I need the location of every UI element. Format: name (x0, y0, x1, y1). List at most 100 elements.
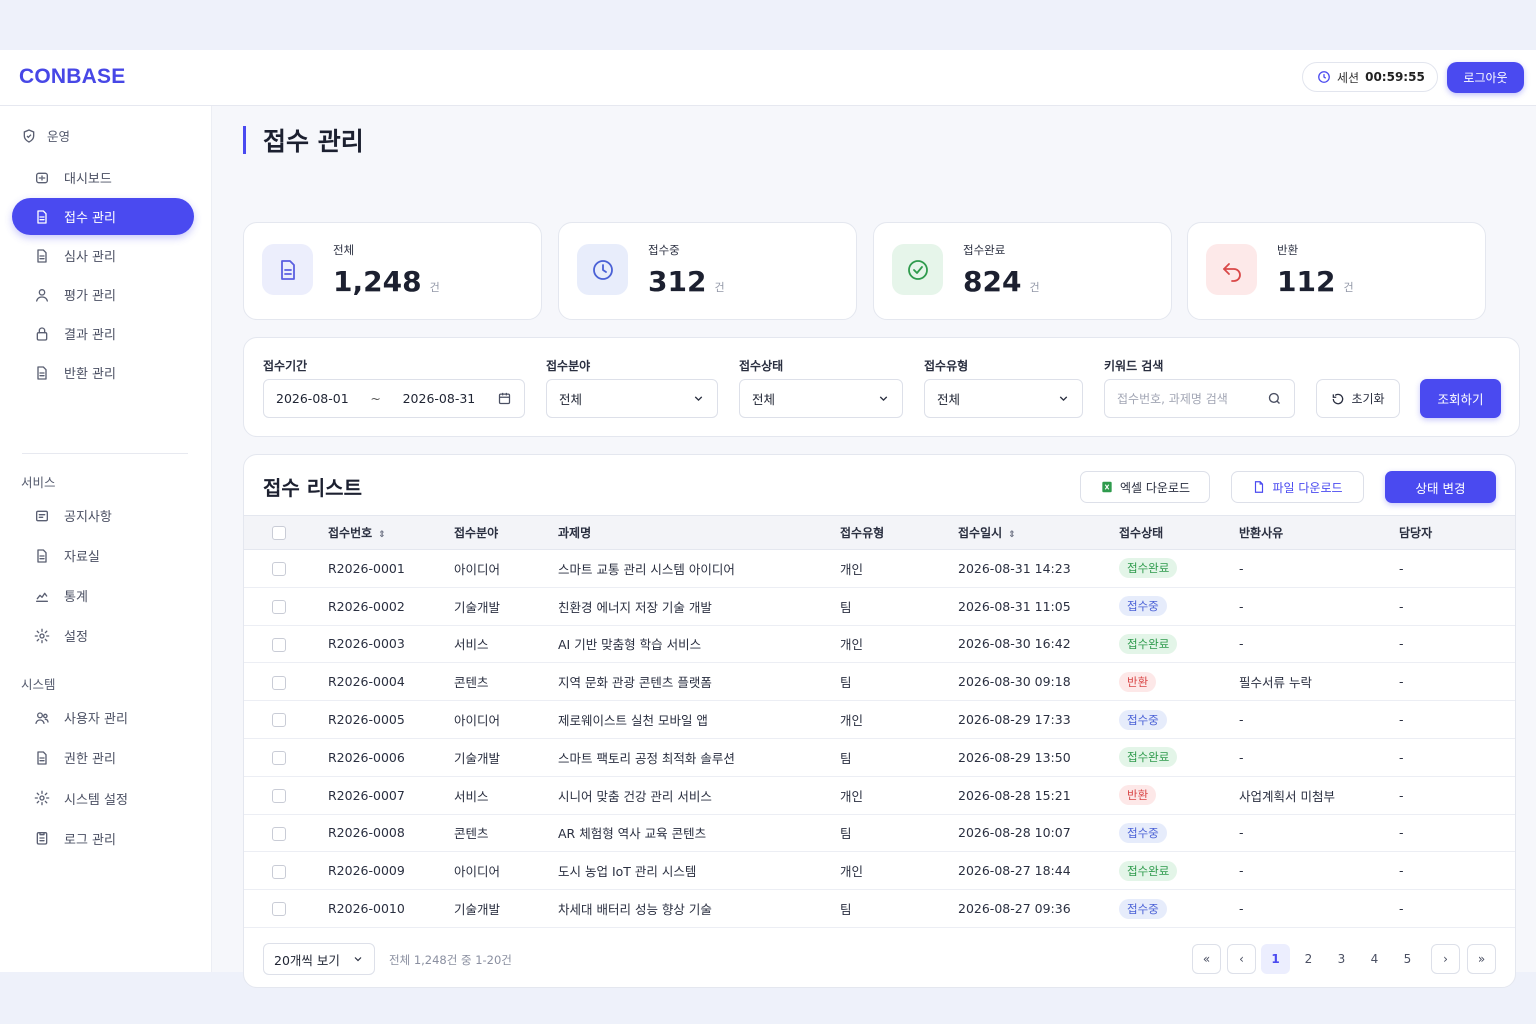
sidebar-item[interactable]: 접수 관리 (12, 198, 194, 235)
select-all-checkbox[interactable] (272, 525, 286, 540)
stat-icon-box (577, 244, 628, 295)
table-row[interactable]: R2026-0006 기술개발 스마트 팩토리 공정 최적화 솔루션 팀 2026-08… (244, 738, 1515, 777)
cell-name[interactable]: AR 체험형 역사 교육 콘텐츠 (558, 814, 840, 852)
cell-type: 팀 (840, 599, 852, 615)
search-icon[interactable] (1267, 391, 1282, 406)
page-number-button[interactable]: 5 (1393, 944, 1422, 974)
dashboard-icon (36, 172, 48, 183)
sidebar-item[interactable]: 설정 (12, 617, 194, 654)
cell-name[interactable]: 시니어 맞춤 건강 관리 서비스 (558, 776, 840, 814)
sidebar-item[interactable]: 권한 관리 (12, 739, 194, 776)
type-select[interactable]: 전체 (924, 379, 1083, 418)
sidebar-divider (22, 453, 188, 454)
search-button[interactable]: 조회하기 (1420, 379, 1501, 418)
table-row[interactable]: R2026-0008 콘텐츠 AR 체험형 역사 교육 콘텐츠 팀 2026-08-28… (244, 814, 1515, 852)
row-checkbox[interactable] (272, 751, 286, 766)
table-row[interactable]: R2026-0005 아이디어 제로웨이스트 실천 모바일 앱 개인 2026-08-2… (244, 701, 1515, 739)
cell-name[interactable]: AI 기반 맞춤형 학습 서비스 (558, 625, 840, 663)
cell-name[interactable]: 도시 농업 IoT 관리 시스템 (558, 852, 840, 890)
row-checkbox[interactable] (272, 864, 286, 879)
cell-no[interactable]: R2026-0010 (328, 890, 454, 928)
cell-no[interactable]: R2026-0009 (328, 852, 454, 890)
date-range-picker[interactable]: 2026-08-01 ~ 2026-08-31 (263, 379, 525, 418)
status-change-button[interactable]: 상태 변경 (1385, 471, 1496, 503)
table-row[interactable]: R2026-0009 아이디어 도시 농업 IoT 관리 시스템 개인 2026-08-… (244, 852, 1515, 890)
page-number-button[interactable]: 4 (1360, 944, 1389, 974)
column-header[interactable]: 접수번호 ⇕ (328, 516, 454, 550)
date-to[interactable]: 2026-08-31 (403, 391, 476, 406)
cell-no[interactable]: R2026-0001 (328, 550, 454, 588)
page-size-select[interactable]: 20개씩 보기 (263, 943, 375, 975)
cell-reason: - (1239, 825, 1244, 841)
row-checkbox[interactable] (272, 826, 286, 841)
section-label: 시스템 (21, 677, 56, 692)
cell-name[interactable]: 제로웨이스트 실천 모바일 앱 (558, 701, 840, 739)
page-number-button[interactable]: 1 (1261, 944, 1290, 974)
row-checkbox[interactable] (272, 713, 286, 728)
cell-type: 개인 (840, 637, 864, 653)
last-page-button[interactable]: » (1467, 944, 1496, 974)
cell-no[interactable]: R2026-0004 (328, 663, 454, 701)
cell-no[interactable]: R2026-0005 (328, 701, 454, 739)
field-select-value: 전체 (559, 392, 583, 407)
sidebar-item[interactable]: 공지사항 (12, 497, 194, 534)
cell-type: 팀 (840, 826, 852, 842)
table-row[interactable]: R2026-0002 기술개발 친환경 에너지 저장 기술 개발 팀 2026-08-3… (244, 587, 1515, 626)
table-row[interactable]: R2026-0010 기술개발 차세대 배터리 성능 향상 기술 팀 2026-08-2… (244, 890, 1515, 928)
sidebar-item[interactable]: 자료실 (12, 537, 194, 574)
field-label: 접수분야 (546, 359, 591, 373)
cell-name[interactable]: 차세대 배터리 성능 향상 기술 (558, 890, 840, 928)
sidebar-item[interactable]: 통계 (12, 577, 194, 614)
page-number-button[interactable]: 2 (1294, 944, 1323, 974)
row-checkbox[interactable] (272, 599, 286, 614)
sidebar-item[interactable]: 시스템 설정 (12, 780, 194, 817)
row-checkbox[interactable] (272, 902, 286, 917)
row-checkbox[interactable] (272, 675, 286, 690)
status-select[interactable]: 전체 (739, 379, 903, 418)
column-header[interactable]: 접수일시 ⇕ (958, 516, 1119, 550)
reset-button[interactable]: 초기화 (1316, 379, 1400, 418)
calendar-icon[interactable] (497, 391, 512, 406)
file-download-button[interactable]: 파일 다운로드 (1231, 471, 1364, 503)
cell-name[interactable]: 스마트 교통 관리 시스템 아이디어 (558, 550, 840, 588)
excel-download-button[interactable]: 엑셀 다운로드 (1080, 471, 1210, 503)
page-number-button[interactable]: 3 (1327, 944, 1356, 974)
cell-name[interactable]: 친환경 에너지 저장 기술 개발 (558, 587, 840, 625)
sidebar-item[interactable]: 반환 관리 (12, 354, 194, 391)
sidebar-item[interactable]: 평가 관리 (12, 276, 194, 313)
table-row[interactable]: R2026-0001 아이디어 스마트 교통 관리 시스템 아이디어 개인 2026-0… (244, 550, 1515, 588)
page-title: 접수 관리 (263, 127, 364, 156)
date-from[interactable]: 2026-08-01 (276, 391, 349, 406)
cell-no[interactable]: R2026-0003 (328, 625, 454, 663)
field-select[interactable]: 전체 (546, 379, 718, 418)
next-page-button[interactable]: › (1431, 944, 1460, 974)
sidebar-item[interactable]: 사용자 관리 (12, 699, 194, 736)
row-checkbox[interactable] (272, 788, 286, 803)
sidebar-item[interactable]: 로그 관리 (12, 820, 194, 857)
prev-page-button[interactable]: ‹ (1227, 944, 1256, 974)
row-checkbox[interactable] (272, 562, 286, 577)
first-page-button[interactable]: « (1192, 944, 1221, 974)
status-badge: 접수중 (1119, 898, 1167, 919)
cell-name[interactable]: 지역 문화 관광 콘텐츠 플랫폼 (558, 663, 840, 701)
sort-icon[interactable]: ⇕ (1008, 530, 1016, 540)
sidebar-item[interactable]: 심사 관리 (12, 237, 194, 274)
logout-button[interactable]: 로그아웃 (1447, 62, 1524, 93)
session-label: 세션 (1337, 70, 1360, 85)
cell-no[interactable]: R2026-0006 (328, 738, 454, 776)
brand-logo[interactable]: CONBASE (19, 65, 125, 89)
table-row[interactable]: R2026-0004 콘텐츠 지역 문화 관광 콘텐츠 플랫폼 팀 2026-08-30… (244, 663, 1515, 701)
table-row[interactable]: R2026-0003 서비스 AI 기반 맞춤형 학습 서비스 개인 2026-08-3… (244, 625, 1515, 663)
stat-card: 접수완료 824 건 (873, 222, 1172, 320)
row-checkbox[interactable] (272, 637, 286, 652)
cell-name[interactable]: 스마트 팩토리 공정 최적화 솔루션 (558, 738, 840, 776)
sort-icon[interactable]: ⇕ (378, 530, 386, 540)
document-icon (37, 548, 47, 563)
cell-no[interactable]: R2026-0002 (328, 587, 454, 625)
cell-no[interactable]: R2026-0007 (328, 776, 454, 814)
keyword-search-input[interactable]: 접수번호, 과제명 검색 (1104, 379, 1295, 418)
sidebar-item[interactable]: 대시보드 (12, 159, 194, 196)
sidebar-item[interactable]: 결과 관리 (12, 315, 194, 352)
table-row[interactable]: R2026-0007 서비스 시니어 맞춤 건강 관리 서비스 개인 2026-08-2… (244, 776, 1515, 815)
cell-no[interactable]: R2026-0008 (328, 814, 454, 852)
